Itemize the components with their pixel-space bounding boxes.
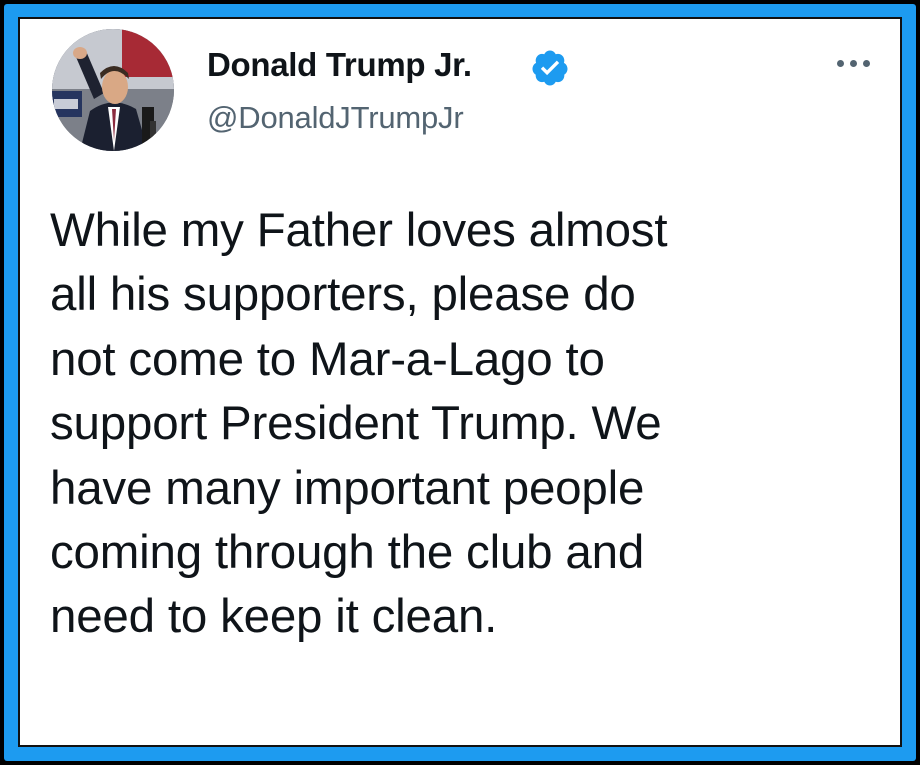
- avatar[interactable]: [52, 29, 174, 151]
- more-horizontal-icon: [836, 59, 844, 67]
- more-options-button[interactable]: [826, 49, 880, 77]
- author-handle[interactable]: @DonaldJTrumpJr: [207, 100, 464, 136]
- author-display-name[interactable]: Donald Trump Jr.: [207, 46, 472, 84]
- tweet-text: While my Father loves almost all his sup…: [50, 204, 668, 644]
- tweet-card: Donald Trump Jr. @DonaldJTrumpJr While m…: [18, 17, 902, 747]
- verified-badge-icon: [532, 50, 568, 86]
- more-horizontal-icon: [849, 59, 857, 67]
- avatar-photo: [52, 29, 174, 151]
- more-horizontal-icon: [862, 59, 870, 67]
